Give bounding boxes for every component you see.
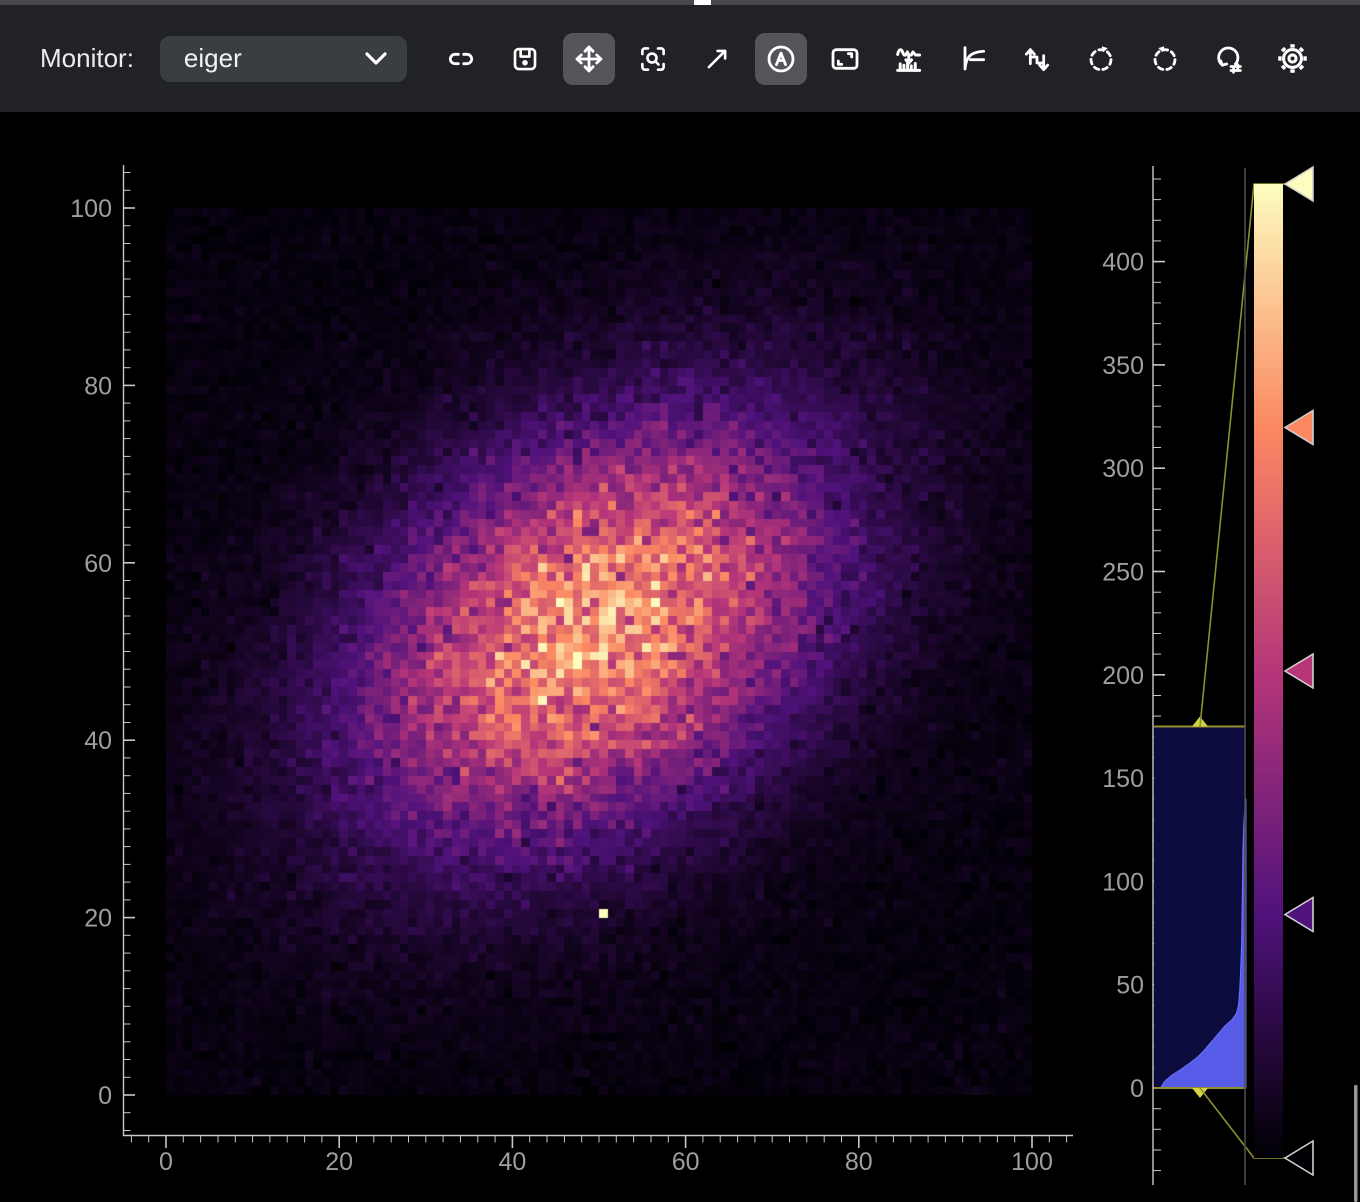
link-icon	[445, 43, 477, 75]
gradient-stop-tick[interactable]	[1285, 654, 1313, 688]
x-tick-label: 80	[845, 1148, 873, 1176]
settings-button[interactable]	[1267, 33, 1319, 85]
save-icon	[510, 44, 540, 74]
lut-tick-label: 50	[1116, 972, 1144, 1000]
lut-tick-label: 0	[1130, 1075, 1144, 1103]
x-tick-label: 40	[498, 1148, 526, 1176]
monitor-select[interactable]: eiger	[160, 36, 407, 82]
lut-tick-label: 400	[1102, 249, 1144, 277]
monitor-select-value: eiger	[184, 43, 242, 74]
rotate-clockwise-icon	[1085, 43, 1117, 75]
gradient-bar[interactable]	[1254, 184, 1283, 1158]
auto-levels-button[interactable]	[755, 33, 807, 85]
histogram-arrow-icon	[892, 42, 926, 76]
frame-corners-icon	[829, 43, 861, 75]
gradient-stop-tick[interactable]	[1285, 1141, 1313, 1175]
y-tick-label: 100	[70, 195, 112, 223]
gear-icon	[1276, 42, 1309, 75]
gradient-stop-tick[interactable]	[1285, 167, 1313, 201]
lut-tick-label: 300	[1102, 455, 1144, 483]
rotate-counterclockwise-icon	[1149, 43, 1181, 75]
flip-axis-button[interactable]	[1011, 33, 1063, 85]
plot-axes-and-lut: 0 20 40 60 80 100 0 20 40 60 80 100 0 50 100 150 200 250 3…	[0, 112, 1360, 1202]
save-button[interactable]	[499, 33, 551, 85]
resize-diagonal-button[interactable]	[691, 33, 743, 85]
link-button[interactable]	[435, 33, 487, 85]
y-tick-label: 0	[98, 1082, 112, 1110]
circled-a-icon	[765, 43, 797, 75]
app-window: Monitor: eiger 0204060801000204060801000…	[0, 0, 1360, 1202]
rotate-ccw-button[interactable]	[1139, 33, 1191, 85]
fit-frame-button[interactable]	[819, 33, 871, 85]
x-tick-label: 60	[672, 1148, 700, 1176]
rotate-cw-button[interactable]	[1075, 33, 1127, 85]
y-tick-label: 60	[84, 550, 112, 578]
chevron-down-icon	[365, 52, 387, 66]
histogram-equalize-button[interactable]	[883, 33, 935, 85]
lut-tick-label: 250	[1102, 559, 1144, 587]
swap-step-arrows-icon	[1021, 43, 1053, 75]
x-axis: 0 20 40 60 80 100	[123, 1136, 1073, 1177]
y-tick-label: 40	[84, 727, 112, 755]
toolbar: Monitor: eiger	[0, 5, 1360, 112]
magnifier-frame-icon	[638, 44, 668, 74]
monitor-label: Monitor:	[40, 43, 134, 74]
lut-tick-label: 200	[1102, 662, 1144, 690]
x-tick-label: 100	[1011, 1148, 1053, 1176]
pan-button[interactable]	[563, 33, 615, 85]
diagonal-arrow-icon	[702, 44, 732, 74]
x-tick-label: 20	[325, 1148, 353, 1176]
y-axis: 0 20 40 60 80 100	[70, 165, 135, 1136]
saturation-curve-icon	[957, 43, 989, 75]
toolbar-buttons	[435, 33, 1319, 85]
gradient-stop-tick[interactable]	[1285, 411, 1313, 445]
x-tick-label: 0	[159, 1148, 173, 1176]
response-curve-button[interactable]	[947, 33, 999, 85]
plot-region: 0 20 40 60 80 100 0 20 40 60 80 100 0 50 100 150 200 250 3…	[0, 112, 1360, 1202]
move-arrows-icon	[573, 43, 605, 75]
y-tick-label: 80	[84, 372, 112, 400]
reset-sliders-icon	[1213, 43, 1245, 75]
zoom-region-button[interactable]	[627, 33, 679, 85]
scrollbar-thumb[interactable]	[1354, 1085, 1358, 1202]
gradient-stop-tick[interactable]	[1285, 898, 1313, 932]
reset-settings-button[interactable]	[1203, 33, 1255, 85]
lut-tick-label: 350	[1102, 352, 1144, 380]
lut-tick-label: 150	[1102, 765, 1144, 793]
lut-tick-label: 100	[1102, 868, 1144, 896]
y-tick-label: 20	[84, 905, 112, 933]
